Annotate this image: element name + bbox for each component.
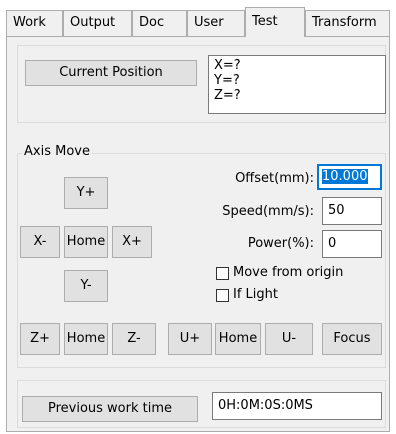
position-readout: X=? Y=? Z=? xyxy=(208,55,386,114)
y-minus-button[interactable]: Y- xyxy=(64,270,108,302)
move-from-origin-label: Move from origin xyxy=(233,265,344,280)
y-readout: Y=? xyxy=(214,73,240,88)
y-plus-button[interactable]: Y+ xyxy=(64,177,108,209)
offset-value: 10.000 xyxy=(322,169,368,184)
tab-label: Output xyxy=(70,15,116,30)
z-minus-button[interactable]: Z- xyxy=(112,323,156,355)
home-xy-button[interactable]: Home xyxy=(64,226,108,258)
x-plus-button[interactable]: X+ xyxy=(112,226,152,258)
offset-input[interactable]: 10.000 xyxy=(317,164,382,190)
x-minus-button[interactable]: X- xyxy=(20,226,60,258)
power-label: Power(%): xyxy=(247,236,314,251)
x-readout: X=? xyxy=(214,58,241,73)
focus-button[interactable]: Focus xyxy=(322,323,382,355)
tab-label: Work xyxy=(13,15,46,30)
tab-doc[interactable]: Doc xyxy=(132,10,187,36)
speed-input[interactable]: 50 xyxy=(322,197,382,225)
current-position-button[interactable]: Current Position xyxy=(25,60,197,86)
z-readout: Z=? xyxy=(214,88,241,103)
previous-work-time-button[interactable]: Previous work time xyxy=(22,396,198,422)
u-plus-button[interactable]: U+ xyxy=(168,323,212,355)
home-z-button[interactable]: Home xyxy=(64,323,108,355)
move-from-origin-checkbox[interactable] xyxy=(216,267,229,280)
work-time-field: 0H:0M:0S:0MS xyxy=(212,392,382,420)
power-input[interactable]: 0 xyxy=(322,230,382,258)
tab-transform[interactable]: Transform xyxy=(305,10,390,36)
offset-label: Offset(mm): xyxy=(235,171,314,186)
tab-label: Transform xyxy=(312,15,377,30)
tab-label: User xyxy=(194,15,224,30)
axis-move-title: Axis Move xyxy=(22,144,92,159)
speed-label: Speed(mm/s): xyxy=(222,204,314,219)
if-light-label: If Light xyxy=(233,287,278,302)
if-light-checkbox[interactable] xyxy=(216,289,229,302)
z-plus-button[interactable]: Z+ xyxy=(20,323,60,355)
home-u-button[interactable]: Home xyxy=(215,323,261,355)
tab-user[interactable]: User xyxy=(187,10,245,36)
u-minus-button[interactable]: U- xyxy=(265,323,313,355)
tab-label: Doc xyxy=(139,15,165,30)
tab-work[interactable]: Work xyxy=(6,10,63,36)
tab-test[interactable]: Test xyxy=(245,7,305,37)
tab-output[interactable]: Output xyxy=(63,10,132,36)
tab-label: Test xyxy=(252,14,278,29)
